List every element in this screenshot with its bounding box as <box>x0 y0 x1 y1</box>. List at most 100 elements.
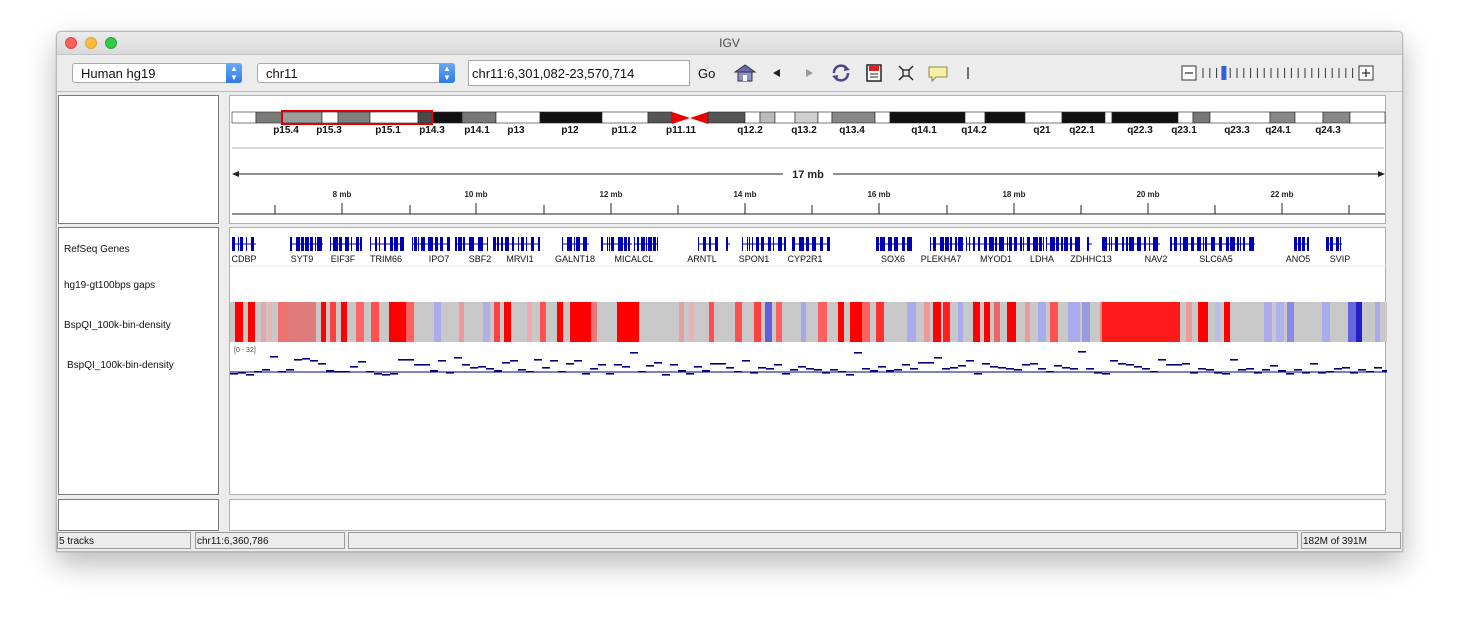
gene-exon[interactable] <box>876 237 879 251</box>
gene-exon[interactable] <box>709 237 711 251</box>
gene-exon[interactable] <box>1153 237 1158 251</box>
heatmap-bin[interactable] <box>504 302 511 342</box>
gene-exon[interactable] <box>1174 237 1177 251</box>
heatmap-bin[interactable] <box>709 302 714 342</box>
density-bin[interactable] <box>1366 371 1374 373</box>
density-bin[interactable] <box>926 362 934 364</box>
heatmap-bin[interactable] <box>591 302 597 342</box>
gene-exon[interactable] <box>414 237 417 251</box>
heatmap-bin[interactable] <box>330 302 336 342</box>
heatmap-bin[interactable] <box>679 302 684 342</box>
density-bin[interactable] <box>1278 370 1286 372</box>
density-bin[interactable] <box>846 374 854 376</box>
density-bin[interactable] <box>494 370 502 372</box>
gene-exon[interactable] <box>1294 237 1297 251</box>
density-bin[interactable] <box>966 360 974 362</box>
density-bin[interactable] <box>1046 371 1054 373</box>
density-bin[interactable] <box>598 364 606 366</box>
density-bin[interactable] <box>974 373 982 375</box>
density-bin[interactable] <box>886 370 894 372</box>
gene-exon[interactable] <box>518 237 519 251</box>
popup-info-icon[interactable] <box>927 63 949 83</box>
gene-exon[interactable] <box>1307 237 1309 251</box>
gene-exon[interactable] <box>567 237 572 251</box>
density-bin[interactable] <box>518 369 526 371</box>
gene-exon[interactable] <box>1137 237 1141 251</box>
gene-exon[interactable] <box>726 237 728 251</box>
density-bin[interactable] <box>1062 367 1070 369</box>
density-bin[interactable] <box>342 371 350 373</box>
heatmap-bin[interactable] <box>617 302 639 342</box>
gene-exon[interactable] <box>933 237 936 251</box>
track-name-bspqi-heatmap[interactable]: BspQI_100k-bin-density <box>64 320 171 331</box>
gene-exon[interactable] <box>761 237 764 251</box>
locus-input[interactable]: chr11:6,301,082-23,570,714 <box>468 60 690 86</box>
heatmap-bin[interactable] <box>984 302 990 342</box>
density-bin[interactable] <box>470 367 478 369</box>
density-bin[interactable] <box>1382 370 1390 372</box>
gene-exon[interactable] <box>768 237 771 251</box>
density-bin[interactable] <box>950 367 958 369</box>
density-bin[interactable] <box>662 374 670 376</box>
heatmap-bin[interactable] <box>288 302 316 342</box>
density-bin[interactable] <box>1262 369 1270 371</box>
gene-exon[interactable] <box>469 237 474 251</box>
forward-arrow-icon[interactable] <box>801 63 817 83</box>
gene-exon[interactable] <box>447 237 450 251</box>
gene-exon[interactable] <box>1326 237 1329 251</box>
heatmap-bin[interactable] <box>235 302 243 342</box>
gene-exon[interactable] <box>562 237 563 251</box>
gene-exon[interactable] <box>989 237 994 251</box>
density-bin[interactable] <box>1070 368 1078 370</box>
density-bin[interactable] <box>358 361 366 363</box>
density-bin[interactable] <box>566 363 574 365</box>
density-bin[interactable] <box>1126 364 1134 366</box>
gene-exon[interactable] <box>301 237 304 251</box>
density-bin[interactable] <box>862 368 870 370</box>
gene-exon[interactable] <box>1336 237 1339 251</box>
gene-exon[interactable] <box>653 237 656 251</box>
gene-exon[interactable] <box>1039 237 1042 251</box>
go-button[interactable]: Go <box>698 66 715 81</box>
density-bin[interactable] <box>326 370 334 372</box>
heatmap-bin[interactable] <box>933 302 941 342</box>
gene-exon[interactable] <box>756 237 759 251</box>
density-bin[interactable] <box>1142 368 1150 370</box>
gene-exon[interactable] <box>648 237 652 251</box>
density-bin[interactable] <box>670 364 678 366</box>
heatmap-bin[interactable] <box>907 302 916 342</box>
density-bin[interactable] <box>246 374 254 376</box>
heatmap-bin[interactable] <box>1224 302 1230 342</box>
gene-exon[interactable] <box>1183 237 1188 251</box>
heatmap-bin[interactable] <box>278 302 288 342</box>
density-bin[interactable] <box>1318 372 1326 374</box>
gene-exon[interactable] <box>1170 237 1172 251</box>
heatmap-bin[interactable] <box>321 302 326 342</box>
gene-exon[interactable] <box>458 237 462 251</box>
heatmap-bin[interactable] <box>459 302 464 342</box>
heatmap-bin[interactable] <box>994 302 1000 342</box>
heatmap-bin[interactable] <box>1025 302 1030 342</box>
gene-exon[interactable] <box>394 237 398 251</box>
heatmap-bin[interactable] <box>1356 302 1362 342</box>
density-bin[interactable] <box>438 360 446 362</box>
density-bin[interactable] <box>1182 363 1190 365</box>
gene-exon[interactable] <box>463 237 465 251</box>
heatmap-bin[interactable] <box>1198 302 1208 342</box>
gene-exon[interactable] <box>646 237 647 251</box>
density-bin[interactable] <box>894 369 902 371</box>
heatmap-bin[interactable] <box>1102 302 1155 342</box>
gene-exon[interactable] <box>907 237 912 251</box>
heatmap-bin[interactable] <box>1287 302 1294 342</box>
density-bin[interactable] <box>454 357 462 359</box>
gene-exon[interactable] <box>607 237 608 251</box>
heatmap-bin[interactable] <box>494 302 500 342</box>
density-bin[interactable] <box>430 370 438 372</box>
gene-exon[interactable] <box>1302 237 1305 251</box>
heatmap-bin[interactable] <box>389 302 406 342</box>
gene-exon[interactable] <box>628 237 630 251</box>
gene-exon[interactable] <box>1240 237 1241 251</box>
gene-exon[interactable] <box>1046 237 1047 251</box>
density-bin[interactable] <box>782 373 790 375</box>
gene-exon[interactable] <box>526 237 527 251</box>
